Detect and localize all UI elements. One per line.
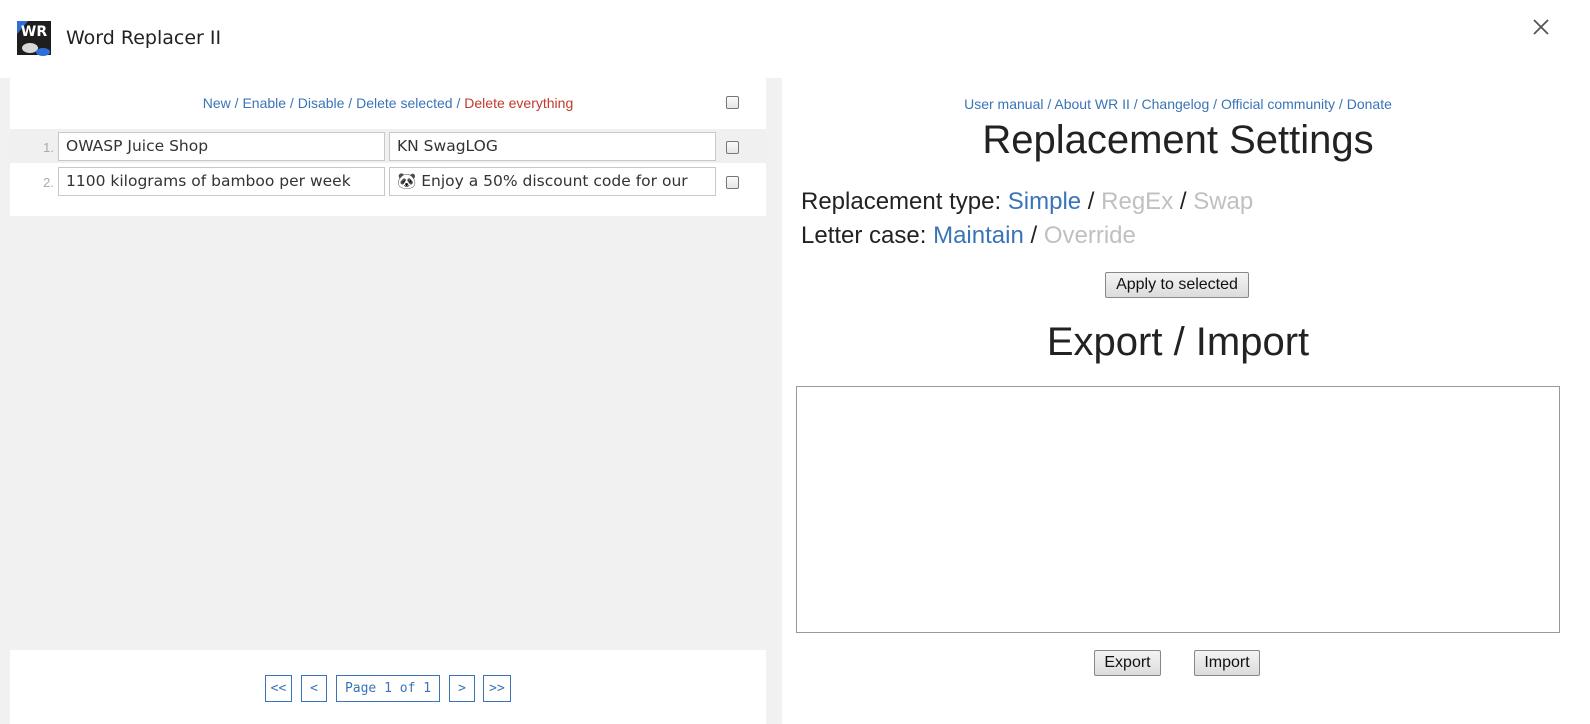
first-page-button[interactable]: << <box>265 675 292 702</box>
row-select-checkbox[interactable] <box>726 141 739 154</box>
export-button[interactable]: Export <box>1094 650 1161 676</box>
toolbar-separator: / <box>452 95 465 111</box>
case-override-option[interactable]: Override <box>1044 222 1136 249</box>
export-import-textarea[interactable] <box>796 386 1560 633</box>
replacement-type-label: Replacement type: <box>801 188 1008 215</box>
type-simple-option[interactable]: Simple <box>1008 188 1081 215</box>
delete-everything-link[interactable]: Delete everything <box>464 95 573 111</box>
about-link[interactable]: About WR II <box>1054 96 1129 112</box>
new-rule-link[interactable]: New <box>203 95 231 111</box>
link-separator: / <box>1043 96 1055 112</box>
link-separator: / <box>1335 96 1347 112</box>
last-page-button[interactable]: >> <box>483 675 511 702</box>
enable-link[interactable]: Enable <box>242 95 286 111</box>
select-all-checkbox[interactable] <box>726 96 739 109</box>
title-bar: WR Word Replacer II <box>0 0 1590 78</box>
page-indicator[interactable]: Page 1 of 1 <box>336 675 440 702</box>
type-regex-option[interactable]: RegEx <box>1101 188 1173 215</box>
find-input[interactable]: OWASP Juice Shop <box>58 132 385 161</box>
delete-selected-link[interactable]: Delete selected <box>356 95 453 111</box>
close-icon[interactable] <box>1528 14 1554 40</box>
svg-text:WR: WR <box>21 24 47 40</box>
rules-pane: New / Enable / Disable / Delete selected… <box>0 78 782 724</box>
case-maintain-option[interactable]: Maintain <box>933 222 1024 249</box>
rule-row: 2. 1100 kilograms of bamboo per week 🐼 E… <box>10 164 766 198</box>
export-import-heading: Export / Import <box>1046 320 1310 364</box>
toolbar-separator: / <box>230 95 243 111</box>
type-swap-option[interactable]: Swap <box>1193 188 1253 215</box>
link-separator: / <box>1129 96 1142 112</box>
header-links: User manual / About WR II / Changelog / … <box>782 96 1574 112</box>
replacement-type-row: Replacement type: Simple / RegEx / Swap <box>801 188 1253 216</box>
community-link[interactable]: Official community <box>1221 96 1335 112</box>
row-number: 1. <box>43 140 54 155</box>
rules-toolbar: New / Enable / Disable / Delete selected… <box>10 95 766 111</box>
link-separator: / <box>1209 96 1221 112</box>
toolbar-separator: / <box>344 95 357 111</box>
disable-link[interactable]: Disable <box>298 95 345 111</box>
option-separator: / <box>1023 222 1044 249</box>
user-manual-link[interactable]: User manual <box>964 96 1043 112</box>
settings-heading: Replacement Settings <box>982 118 1374 162</box>
donate-link[interactable]: Donate <box>1347 96 1392 112</box>
changelog-link[interactable]: Changelog <box>1142 96 1210 112</box>
replace-input[interactable]: 🐼 Enjoy a 50% discount code for our <box>389 167 716 196</box>
apply-to-selected-button[interactable]: Apply to selected <box>1105 272 1249 298</box>
row-number: 2. <box>43 175 54 190</box>
letter-case-label: Letter case: <box>801 222 934 249</box>
rule-row: 1. OWASP Juice Shop KN SwagLOG <box>10 129 766 163</box>
toolbar-separator: / <box>286 95 298 111</box>
settings-pane: User manual / About WR II / Changelog / … <box>782 78 1590 724</box>
pagination-bar: << < Page 1 of 1 > >> <box>10 650 766 724</box>
rules-card: New / Enable / Disable / Delete selected… <box>10 78 766 216</box>
word-replacer-logo-icon: WR <box>17 21 51 56</box>
next-page-button[interactable]: > <box>449 675 475 702</box>
row-select-checkbox[interactable] <box>726 176 739 189</box>
letter-case-row: Letter case: Maintain / Override <box>801 222 1136 250</box>
find-input[interactable]: 1100 kilograms of bamboo per week <box>58 167 385 196</box>
prev-page-button[interactable]: < <box>301 675 327 702</box>
replace-input[interactable]: KN SwagLOG <box>389 132 716 161</box>
option-separator: / <box>1081 188 1102 215</box>
import-button[interactable]: Import <box>1194 650 1260 676</box>
option-separator: / <box>1173 188 1194 215</box>
app-title: Word Replacer II <box>66 27 222 49</box>
